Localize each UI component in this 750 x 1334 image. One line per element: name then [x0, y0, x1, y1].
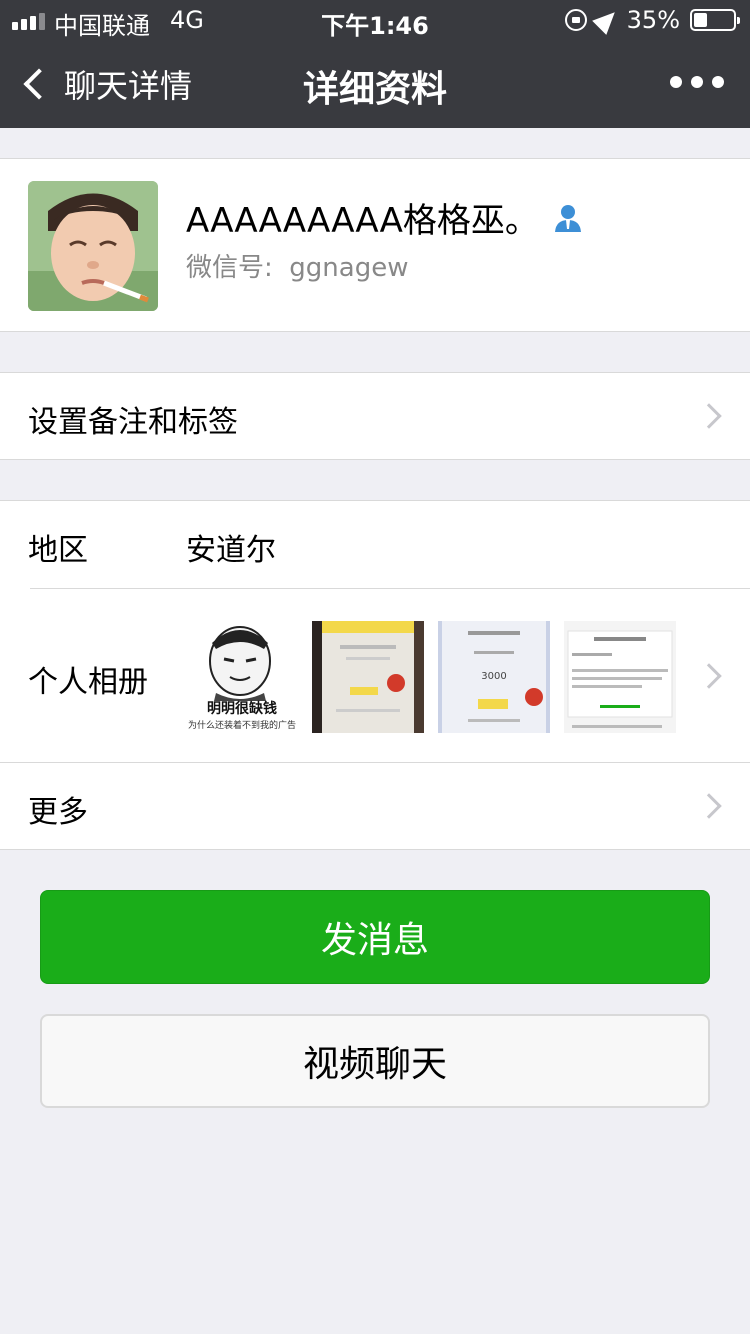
album-thumbnails: 明明很缺钱 为什么还装着不到我的广告 3000 [186, 621, 676, 733]
back-button[interactable]: 聊天详情 [20, 60, 192, 108]
more-row[interactable]: 更多 [0, 763, 750, 849]
set-remark-label: 设置备注和标签 [28, 405, 238, 440]
navigation-bar: 聊天详情 详细资料 [0, 40, 750, 128]
battery-percent: 35% [626, 6, 680, 34]
region-value: 安道尔 [186, 533, 276, 568]
remark-group: 设置备注和标签 [0, 372, 750, 460]
album-thumbnail[interactable] [312, 621, 424, 733]
profile-card: AAAAAAAAA格格巫。 微信号: ggnagew [0, 158, 750, 332]
album-thumbnail[interactable] [564, 621, 676, 733]
status-bar: 中国联通 4G 下午1:46 35% [0, 0, 750, 40]
album-row[interactable]: 个人相册 明明很缺钱 为什么还装着不到我的广告 3000 [0, 589, 750, 762]
meme-caption: 明明很缺钱 [207, 700, 277, 717]
more-label: 更多 [28, 795, 88, 830]
battery-icon [690, 9, 740, 31]
back-label: 聊天详情 [64, 67, 193, 105]
wechat-id: 微信号: ggnagew [186, 247, 408, 284]
chevron-right-icon [696, 793, 722, 819]
chevron-right-icon [696, 663, 722, 689]
avatar[interactable] [28, 181, 158, 311]
set-remark-row[interactable]: 设置备注和标签 [0, 373, 750, 459]
album-thumbnail[interactable]: 3000 [438, 621, 550, 733]
person-icon [554, 204, 581, 232]
rotation-lock-icon [564, 9, 587, 31]
more-dots-icon[interactable] [670, 70, 724, 94]
region-row: 地区 安道尔 [0, 501, 750, 588]
details-group: 地区 安道尔 个人相册 明明很缺钱 为什么还装着不到我的广告 3000 更多 [0, 500, 750, 850]
album-thumbnail[interactable]: 明明很缺钱 为什么还装着不到我的广告 [186, 621, 298, 733]
region-label: 地区 [28, 533, 88, 568]
meme-subcaption: 为什么还装着不到我的广告 [188, 719, 296, 731]
thumb-amount: 3000 [481, 671, 506, 682]
wechat-id-label: 微信号: [186, 253, 273, 283]
chevron-right-icon [696, 403, 722, 429]
album-label: 个人相册 [28, 665, 148, 700]
location-arrow-icon [591, 5, 622, 35]
name-row: AAAAAAAAA格格巫。 [186, 193, 583, 242]
wechat-id-value: ggnagew [289, 253, 409, 283]
video-call-button[interactable]: 视频聊天 [40, 1014, 710, 1108]
top-bar: 中国联通 4G 下午1:46 35% 聊天详情 详细资料 [0, 0, 750, 128]
chevron-left-icon [23, 68, 55, 100]
profile-name: AAAAAAAAA格格巫。 [186, 201, 539, 241]
status-right: 35% [564, 5, 740, 35]
send-message-button[interactable]: 发消息 [40, 890, 710, 984]
